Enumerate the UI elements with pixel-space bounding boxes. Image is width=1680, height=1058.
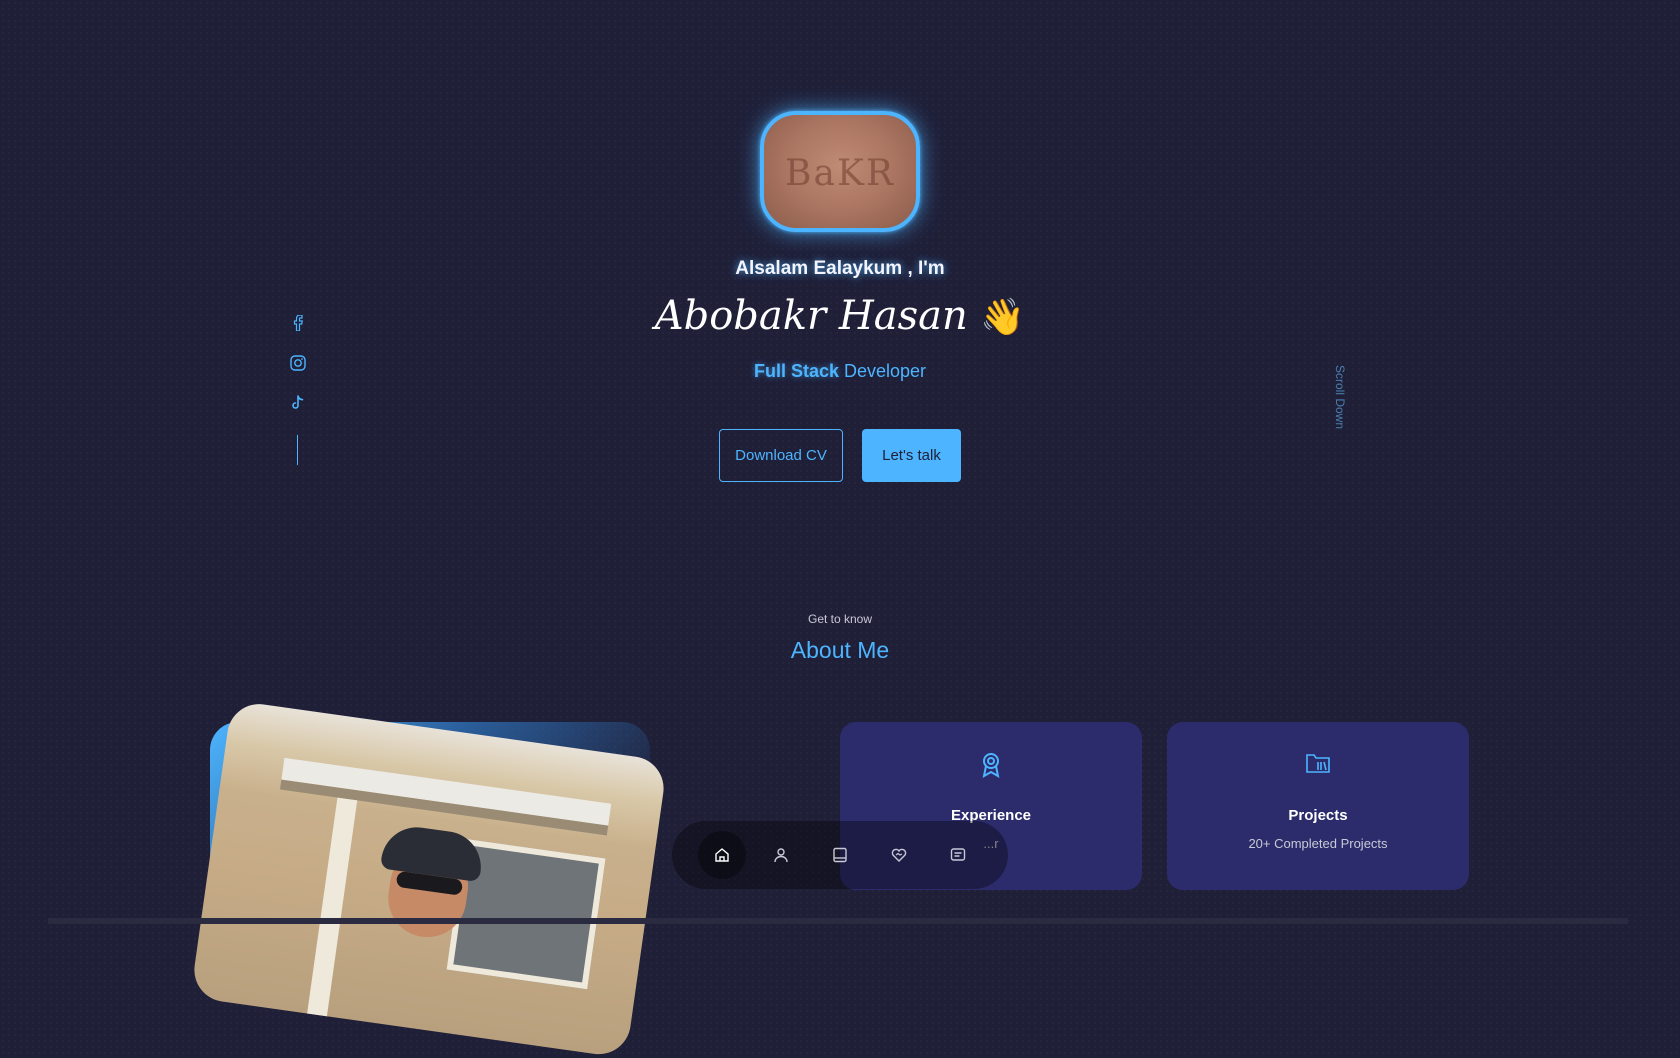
folder-icon — [1167, 752, 1469, 774]
hero-name: Abobakr Hasan — [654, 293, 968, 339]
award-icon — [840, 752, 1142, 778]
instagram-icon[interactable] — [288, 353, 308, 373]
about-title: About Me — [790, 637, 890, 663]
projects-title: Projects — [1288, 807, 1348, 824]
message-icon[interactable] — [934, 831, 982, 879]
projects-card: Projects 20+ Completed Projects — [1167, 722, 1469, 890]
download-cv-button[interactable]: Download CV — [719, 429, 843, 482]
home-icon[interactable] — [698, 831, 746, 879]
role-rest: Developer — [844, 361, 927, 381]
bottom-strip — [48, 918, 1628, 924]
user-icon[interactable] — [757, 831, 805, 879]
hero-greeting: Alsalam Ealaykum , I'm — [735, 258, 945, 279]
floating-nav — [672, 821, 1008, 889]
projects-subtitle: 20+ Completed Projects — [1248, 836, 1388, 851]
hero-name-line: Abobakr Hasan 👋 — [0, 293, 1680, 339]
hero-role: Full Stack Developer — [0, 361, 1680, 382]
scroll-down-link[interactable]: Scroll Down — [1333, 357, 1347, 437]
tiktok-icon[interactable] — [288, 393, 308, 413]
hero-avatar: BaKR — [760, 111, 920, 232]
book-icon[interactable] — [816, 831, 864, 879]
lets-talk-button[interactable]: Let's talk — [862, 429, 961, 482]
heart-handshake-icon[interactable] — [875, 831, 923, 879]
waving-hand-icon: 👋 — [980, 297, 1026, 338]
about-kicker: Get to know — [807, 612, 873, 626]
role-strong: Full Stack — [753, 361, 839, 381]
avatar-scribble: BaKR — [785, 153, 895, 194]
facebook-icon[interactable] — [288, 313, 308, 333]
about-photo — [190, 700, 668, 1058]
socials-divider — [297, 435, 298, 465]
